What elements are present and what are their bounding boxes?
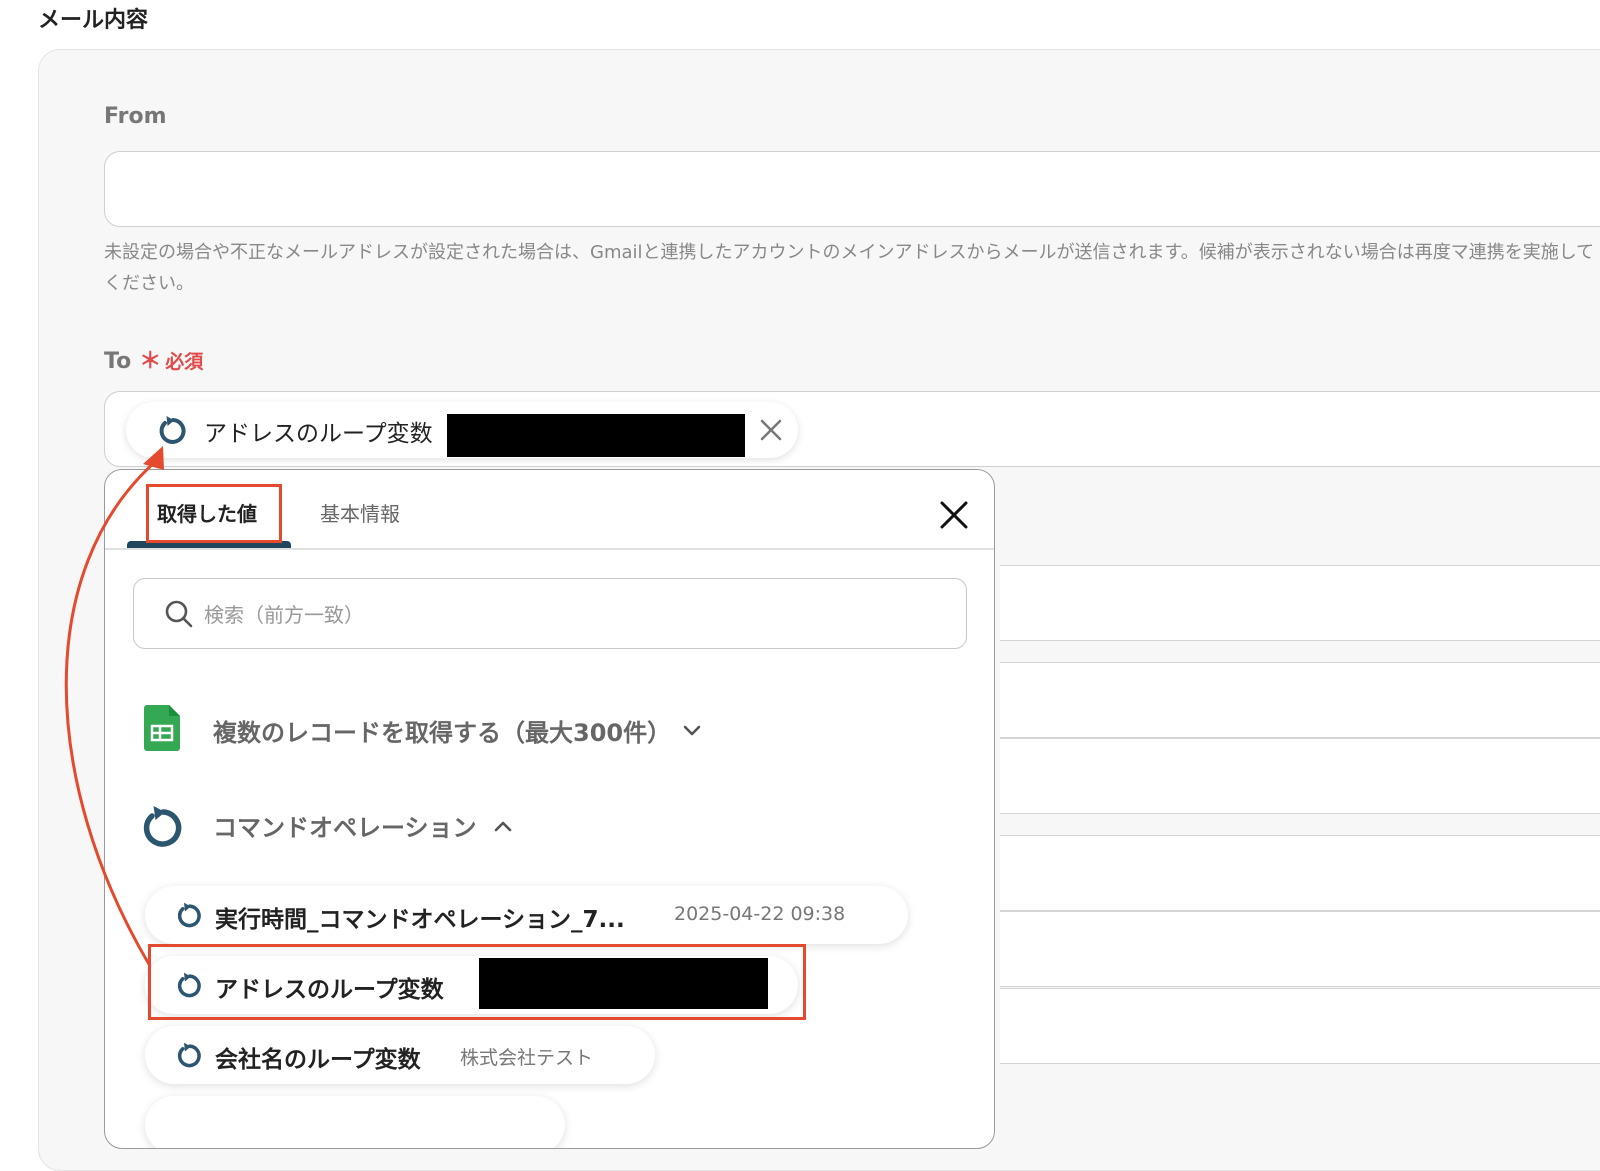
redacted-value [447,414,745,457]
loop-icon [159,416,186,444]
item-label: 実行時間_コマンドオペレーション_7... [215,907,625,933]
item-label: アドレスのループ変数 [215,977,444,1003]
tab-acquired-values[interactable]: 取得した値 [157,498,257,527]
loop-icon [177,972,201,998]
active-tab-indicator [127,541,291,548]
background-field[interactable] [1000,988,1600,1064]
to-label-text: To [104,349,132,374]
background-field[interactable] [1000,662,1600,738]
list-item[interactable]: 会社名のループ変数 株式会社テスト [145,1026,655,1084]
search-input[interactable] [202,597,906,633]
item-value: 株式会社テスト [460,1047,594,1069]
background-field[interactable] [1000,835,1600,911]
group-get-records[interactable]: 複数のレコードを取得する（最大300件） [141,705,711,755]
group-label: コマンドオペレーション [213,814,477,842]
from-help-text: 未設定の場合や不正なメールアドレスが設定された場合は、Gmailと連携したアカウ… [104,242,1595,294]
item-value: 2025-04-22 09:38 [674,903,846,925]
close-icon[interactable] [937,498,971,532]
search-field[interactable] [133,578,967,649]
redacted-value [479,958,768,1009]
required-text: 必須 [165,351,204,373]
group-command-operation[interactable]: コマンドオペレーション [141,800,521,850]
list-item-selected[interactable]: アドレスのループ変数 [145,956,798,1014]
required-asterisk: ＊ [139,349,162,374]
from-label: From [104,104,167,129]
group-label: 複数のレコードを取得する（最大300件） [213,719,672,747]
loop-icon [143,806,182,847]
loop-icon [177,1042,201,1068]
google-sheets-icon [144,705,180,751]
chevron-up-icon [494,821,512,832]
from-input[interactable] [104,151,1600,227]
search-icon [165,600,193,628]
to-label: To ＊必須 [104,343,203,375]
list-item[interactable]: 実行時間_コマンドオペレーション_7... 2025-04-22 09:38 [145,886,908,944]
chip-label: アドレスのループ変数 [204,421,433,447]
tab-basic-info[interactable]: 基本情報 [320,498,400,527]
tab-divider [105,548,994,550]
to-variable-chip[interactable]: アドレスのループ変数 [126,402,798,458]
chevron-down-icon [683,725,701,736]
value-picker-popup: 取得した値 基本情報 複数のレコードを取得する（最大300件） コマンドオペレー… [104,469,995,1149]
background-field[interactable] [1000,565,1600,641]
list-item[interactable] [145,1096,565,1148]
background-field[interactable] [1000,911,1600,987]
item-label: 会社名のループ変数 [215,1047,421,1073]
loop-icon [177,902,201,928]
section-title: メール内容 [38,8,149,33]
chip-close-icon[interactable] [756,415,786,445]
background-field[interactable] [1000,738,1600,814]
